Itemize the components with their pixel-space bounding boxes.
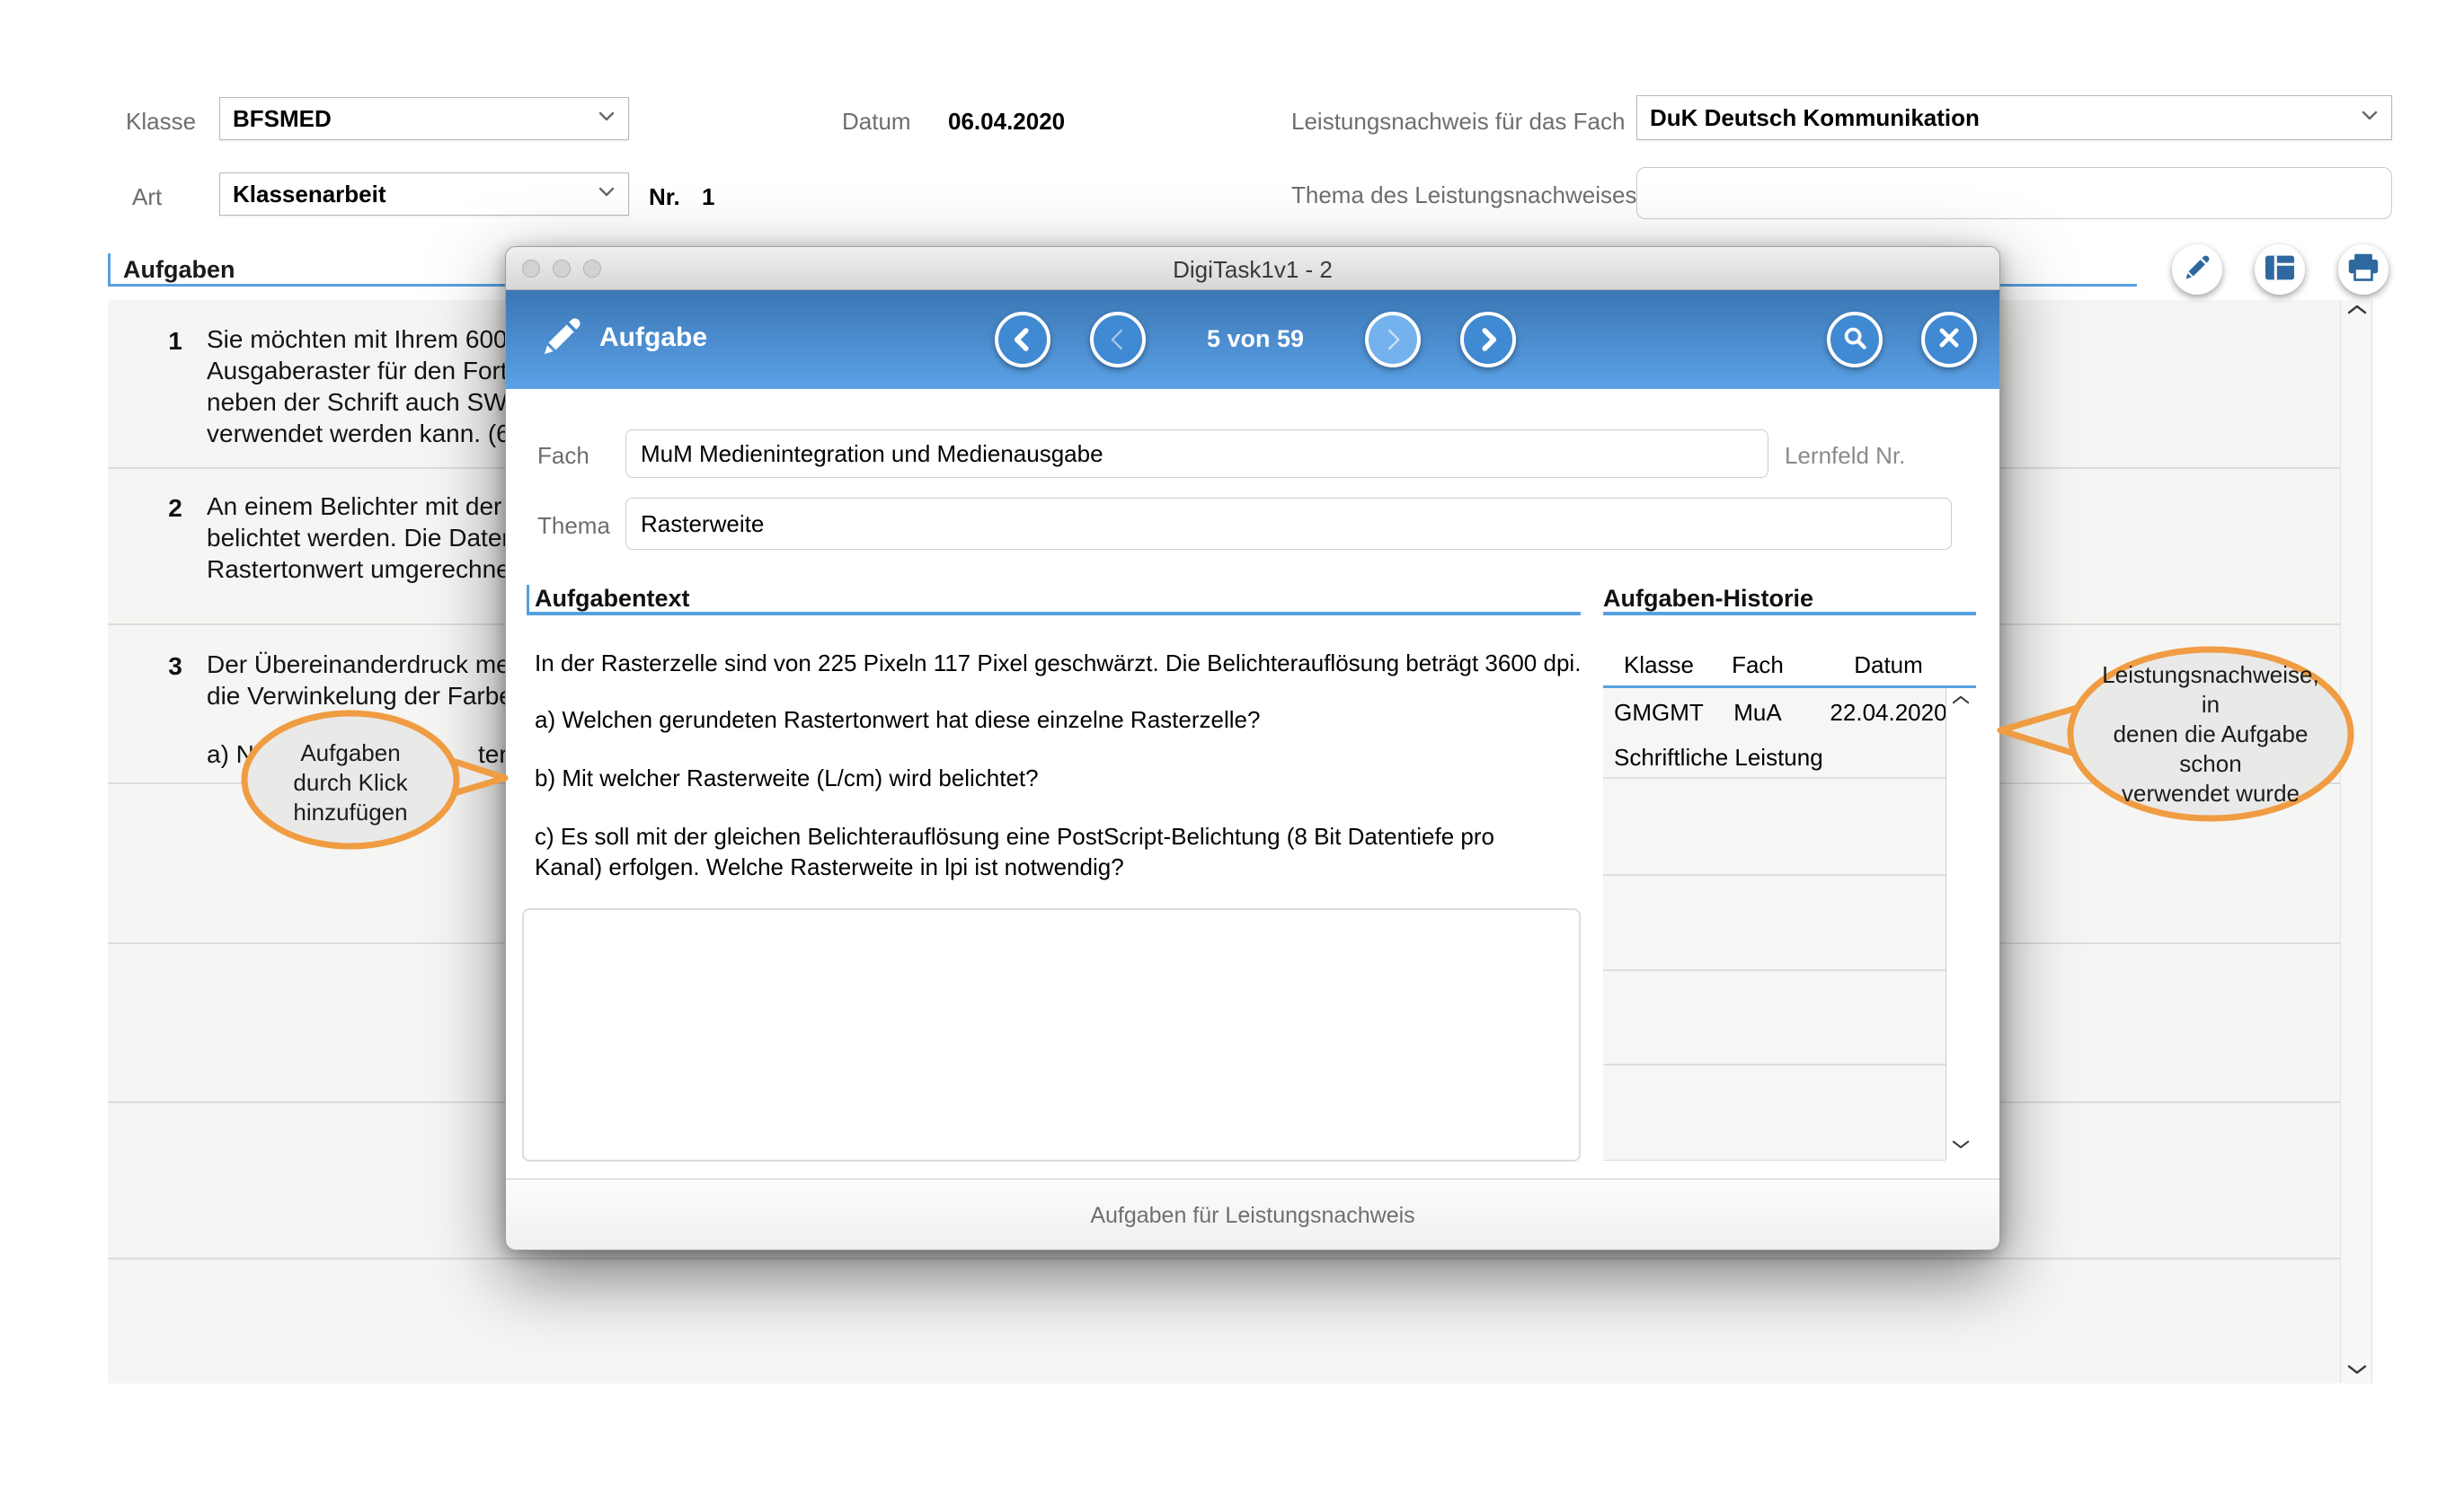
klasse-select-value: BFSMED bbox=[233, 105, 332, 133]
task-text-line[interactable]: Ausgaberaster für den Fortdru bbox=[207, 355, 544, 386]
tab-aufgaben[interactable]: Aufgaben bbox=[123, 256, 235, 284]
thema-leistungsnachweis-input[interactable] bbox=[1636, 167, 2392, 219]
dialog-footer-label: Aufgaben für Leistungsnachweis bbox=[1090, 1203, 1414, 1229]
historie-heading: Aufgaben-Historie bbox=[1603, 585, 1813, 613]
historie-divider bbox=[1603, 874, 1945, 876]
historie-scrollbar[interactable] bbox=[1945, 688, 1975, 1160]
printer-icon bbox=[2347, 252, 2380, 287]
section-accent bbox=[527, 585, 529, 615]
search-icon bbox=[1841, 324, 1868, 356]
edit-button[interactable] bbox=[2172, 244, 2222, 295]
layout-columns-button[interactable] bbox=[2255, 244, 2305, 295]
historie-row[interactable]: GMGMT MuA 22.04.2020 bbox=[1603, 699, 1945, 727]
pencil-icon bbox=[2182, 252, 2212, 287]
historie-divider bbox=[1603, 1064, 1945, 1065]
task-number: 2 bbox=[160, 494, 191, 523]
chevron-down-icon bbox=[598, 186, 616, 202]
chevron-down-icon bbox=[598, 110, 616, 127]
aufgabentext-line: a) Welchen gerundeten Rastertonwert hat … bbox=[535, 704, 1260, 735]
print-button[interactable] bbox=[2338, 244, 2389, 295]
last-record-button[interactable] bbox=[1460, 312, 1516, 367]
leistungsnachweis-fach-select[interactable]: DuK Deutsch Kommunikation bbox=[1636, 95, 2392, 140]
task-text-line[interactable]: neben der Schrift auch SW-Ha bbox=[207, 386, 547, 418]
row-divider bbox=[108, 1258, 2342, 1259]
historie-col-fach: Fach bbox=[1715, 651, 1801, 679]
thema-leistungsnachweis-label: Thema des Leistungsnachweises bbox=[1291, 181, 1636, 209]
nr-label: Nr. bbox=[649, 183, 680, 211]
lernfeld-label: Lernfeld Nr. bbox=[1785, 442, 1905, 470]
first-record-button[interactable] bbox=[995, 312, 1050, 367]
pencil-icon bbox=[538, 314, 585, 365]
task-number: 1 bbox=[160, 327, 191, 356]
history-callout-text: Leistungsnachweise, in denen die Aufgabe… bbox=[2094, 683, 2327, 786]
historie-divider bbox=[1603, 777, 1945, 779]
close-dialog-button[interactable] bbox=[1921, 312, 1977, 367]
aufgabentext-line: In der Rasterzelle sind von 225 Pixeln 1… bbox=[535, 648, 1581, 678]
add-tasks-callout-text: Aufgaben durch Klick hinzufügen bbox=[252, 724, 449, 841]
dialog-thema-label: Thema bbox=[537, 512, 610, 540]
historie-divider bbox=[1603, 969, 1945, 971]
aufgabentext-line: b) Mit welcher Rasterweite (L/cm) wird b… bbox=[535, 763, 1039, 793]
dialog-thema-input[interactable] bbox=[625, 498, 1952, 550]
task-text-line[interactable]: Der Übereinanderdruck mehre bbox=[207, 649, 546, 680]
historie-cell-klasse: GMGMT bbox=[1603, 699, 1715, 727]
next-record-button[interactable] bbox=[1365, 312, 1421, 367]
historie-table: GMGMT MuA 22.04.2020 Schriftliche Leistu… bbox=[1603, 688, 1945, 1161]
fach-input[interactable] bbox=[625, 429, 1768, 478]
section-underline bbox=[1603, 612, 1976, 615]
historie-cell-fach: MuA bbox=[1715, 699, 1801, 727]
leistungsnachweis-fach-label: Leistungsnachweis für das Fach bbox=[1291, 108, 1625, 136]
historie-col-datum: Datum bbox=[1801, 651, 1976, 679]
art-label: Art bbox=[132, 183, 162, 211]
app-window: Klasse BFSMED Datum 06.04.2020 Leistungs… bbox=[0, 0, 2464, 1511]
columns-layout-icon bbox=[2264, 253, 2296, 287]
scroll-down-icon[interactable] bbox=[1952, 1138, 1970, 1154]
historie-col-klasse: Klasse bbox=[1603, 651, 1715, 679]
datum-label: Datum bbox=[842, 108, 911, 136]
historie-header-row: Klasse Fach Datum bbox=[1603, 651, 1976, 679]
previous-record-button[interactable] bbox=[1090, 312, 1146, 367]
dialog-titlebar[interactable]: DigiTask1v1 - 2 bbox=[506, 247, 1999, 290]
art-select[interactable]: Klassenarbeit bbox=[219, 172, 629, 216]
historie-row-note: Schriftliche Leistung bbox=[1614, 744, 1823, 772]
aufgabentext-line: c) Es soll mit der gleichen Belichterauf… bbox=[535, 821, 1550, 882]
section-underline bbox=[527, 612, 1581, 615]
klasse-select[interactable]: BFSMED bbox=[219, 97, 629, 140]
datum-value: 06.04.2020 bbox=[948, 108, 1065, 136]
klasse-label: Klasse bbox=[126, 108, 196, 136]
task-text-line[interactable]: Rastertonwert umgerechnet. bbox=[207, 553, 524, 585]
aufgabentext-heading: Aufgabentext bbox=[535, 585, 690, 613]
task-text-line[interactable]: Sie möchten mit Ihrem 600-dpi bbox=[207, 323, 549, 355]
task-text-line[interactable]: verwendet werden kann. (6 Pu bbox=[207, 418, 548, 449]
nr-value: 1 bbox=[702, 183, 714, 211]
tab-left-accent bbox=[108, 253, 111, 287]
task-text-line[interactable]: An einem Belichter mit der Aus bbox=[207, 490, 551, 522]
dialog-header: Aufgabe 5 von 59 bbox=[506, 290, 1999, 389]
art-select-value: Klassenarbeit bbox=[233, 181, 386, 208]
scroll-up-icon[interactable] bbox=[2347, 304, 2367, 320]
dialog-footer[interactable]: Aufgaben für Leistungsnachweis bbox=[506, 1179, 1999, 1250]
leistungsnachweis-fach-value: DuK Deutsch Kommunikation bbox=[1650, 104, 1980, 132]
search-button[interactable] bbox=[1827, 312, 1883, 367]
task-number: 3 bbox=[160, 652, 191, 681]
aufgabe-dialog: DigiTask1v1 - 2 Aufgabe 5 von 59 bbox=[505, 246, 2000, 1250]
dialog-title: Aufgabe bbox=[599, 323, 707, 353]
record-counter: 5 von 59 bbox=[1166, 325, 1345, 353]
window-title: DigiTask1v1 - 2 bbox=[506, 256, 1999, 284]
scroll-down-icon[interactable] bbox=[2347, 1364, 2367, 1380]
scroll-up-icon[interactable] bbox=[1952, 694, 1970, 710]
chevron-down-icon bbox=[2361, 110, 2379, 126]
fach-label: Fach bbox=[537, 442, 589, 470]
close-icon bbox=[1937, 325, 1962, 355]
main-scrollbar[interactable] bbox=[2340, 300, 2372, 1383]
answer-textarea[interactable] bbox=[522, 908, 1581, 1162]
task-text-line[interactable]: belichtet werden. Die Datentief bbox=[207, 522, 549, 553]
